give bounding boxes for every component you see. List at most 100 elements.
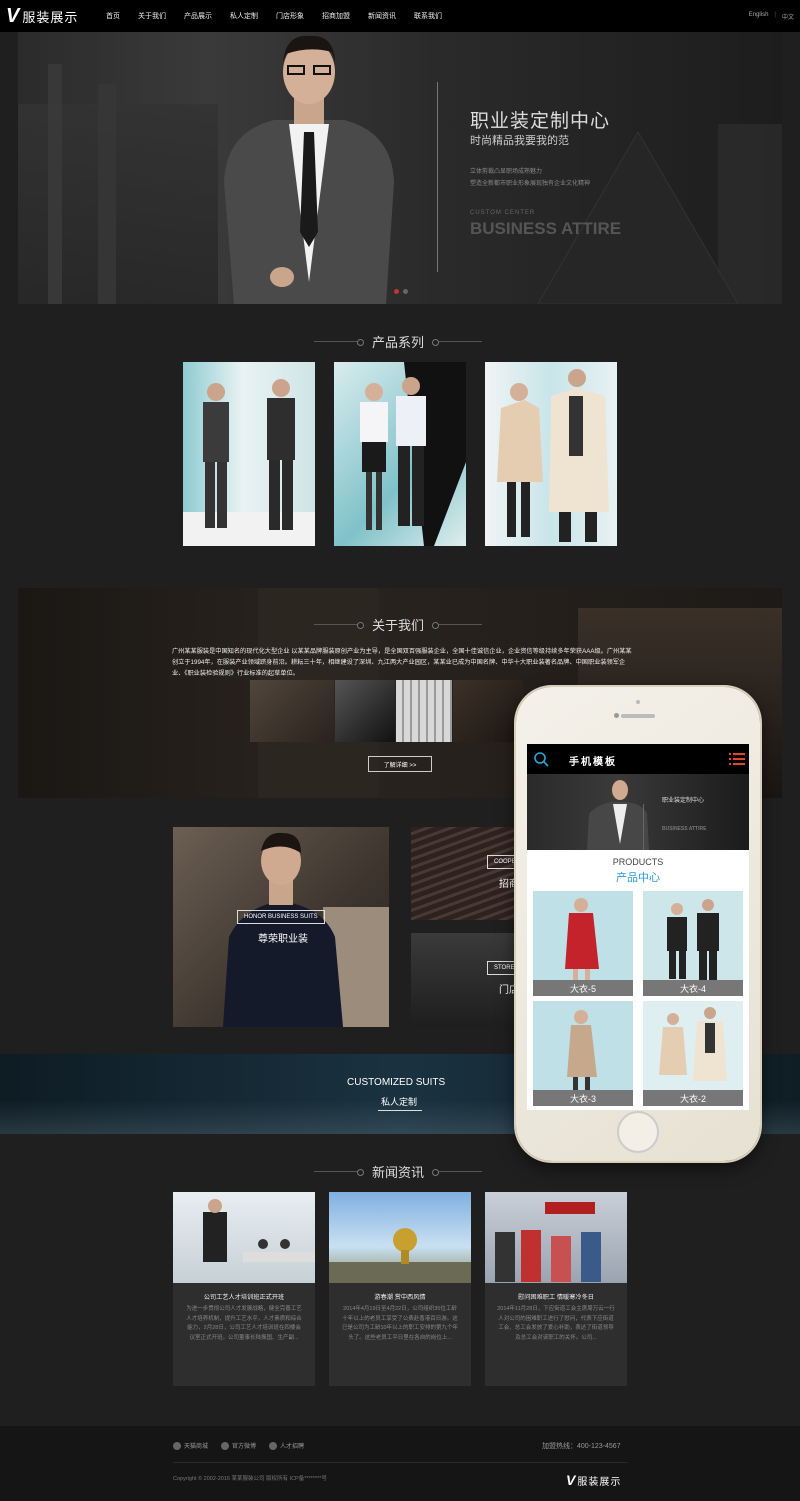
mobile-header <box>527 744 749 774</box>
mobile-banner-english: BUSINESS ATTIRE <box>662 826 707 832</box>
about-heading: 关于我们 <box>314 615 483 634</box>
news-image-2 <box>329 1192 471 1283</box>
phone-home-button[interactable] <box>617 1111 659 1153</box>
mobile-product-caption-1: 大衣-5 <box>533 980 633 996</box>
feature-honor-title: 尊荣职业装 <box>258 934 308 945</box>
about-heading-text: 关于我们 <box>372 618 425 633</box>
news-card-1[interactable]: 公司工艺人才培训班正式开班 为进一步贯彻公司人才发展战略，健全完善工艺人才培养机… <box>173 1192 315 1386</box>
footer-link-jobs[interactable]: 人才招聘 <box>269 1441 304 1450</box>
footer-divider <box>173 1462 628 1463</box>
products-heading-text: 产品系列 <box>372 335 425 350</box>
footer-copyright: Copyright © 2002-2016 某某服装公司 版权所有 ICP备**… <box>173 1476 327 1482</box>
news-image-1 <box>173 1192 315 1283</box>
products-heading: 产品系列 <box>314 332 483 351</box>
nav-item-custom[interactable]: 私人定制 <box>230 11 258 21</box>
footer-hotline: 加盟热线：400-123-4567 <box>542 1443 621 1450</box>
footer-logo-text: 服装展示 <box>577 1476 622 1488</box>
feature-franchise[interactable]: COOPERATION 招商加盟 <box>411 827 521 920</box>
mobile-banner <box>527 774 749 850</box>
news-card-3[interactable]: 慰问困难职工 情暖寒冷冬日 2014年11月28日，下应街道工会主席周万云一行人… <box>485 1192 627 1386</box>
mobile-product-caption-4: 大衣-2 <box>643 1090 743 1106</box>
feature-honor-suits[interactable] <box>173 827 389 1027</box>
phone-screen: 手机模板 职业装定制中心 BUSINESS ATTIRE PRODUCTS 产品… <box>527 744 749 1110</box>
footer-link-tmall[interactable]: 天猫商城 <box>173 1441 208 1450</box>
about-image-3 <box>396 680 452 742</box>
nav-item-franchise[interactable]: 招商加盟 <box>322 11 350 21</box>
lang-chinese[interactable]: 中文 <box>782 12 794 21</box>
mobile-product-2[interactable]: 大衣-4 <box>643 891 743 996</box>
footer-link-weibo[interactable]: 官方微博 <box>221 1441 256 1450</box>
news-desc-3: 2014年11月28日，下应街道工会主席周万云一行人对公司的困难职工进行了慰问，… <box>497 1306 615 1341</box>
main-nav: 首页 关于我们 产品展示 私人定制 门店形象 招商加盟 新闻资讯 联系我们 <box>106 0 460 32</box>
logo-text: 服装展示 <box>22 9 79 25</box>
footer-link-weibo-label: 官方微博 <box>232 1444 257 1450</box>
about-image-4 <box>453 680 523 742</box>
banner-line-2: 塑造全新都市职业形象展现独有企业文化精神 <box>470 181 591 187</box>
banner-subtitle: 时尚精品我要我的范 <box>470 135 569 147</box>
search-icon[interactable] <box>533 751 549 767</box>
product-card-3[interactable] <box>485 362 617 546</box>
mobile-product-caption-3: 大衣-3 <box>533 1090 633 1106</box>
nav-item-news[interactable]: 新闻资讯 <box>368 11 396 21</box>
slider-dot[interactable] <box>403 289 408 294</box>
phone-sensor <box>636 700 640 704</box>
banner-line-1: 立体剪裁凸显职场成熟魅力 <box>470 169 543 175</box>
weibo-icon <box>221 1441 229 1450</box>
mobile-product-caption-2: 大衣-4 <box>643 980 743 996</box>
people-icon <box>269 1441 277 1450</box>
custom-band-chinese: 私人定制 <box>381 1097 418 1107</box>
product-image-coats <box>497 369 609 542</box>
footer-logo[interactable]: V 服装展示 <box>566 1472 621 1488</box>
feature-model-image <box>223 832 389 1027</box>
nav-item-contact[interactable]: 联系我们 <box>414 11 442 21</box>
product-image-suits <box>183 379 315 546</box>
news-heading-text: 新闻资讯 <box>372 1165 425 1180</box>
language-switch: English | 中文 <box>748 12 794 21</box>
lang-english[interactable]: English <box>749 12 769 21</box>
news-card-2[interactable]: 游春潮 赏中西风情 2014年4月19日至4月22日，公司组织35位工龄十年以上… <box>329 1192 471 1386</box>
banner-model-image <box>224 35 394 304</box>
news-desc-1: 为进一步贯彻公司人才发展战略，健全完善工艺人才培养机制，提升工艺水平，人才素质和… <box>186 1306 302 1341</box>
banner-title: 职业装定制中心 <box>470 111 611 132</box>
tmall-icon <box>173 1441 181 1450</box>
mobile-product-1[interactable]: 大衣-5 <box>533 891 633 996</box>
mobile-products-cn: 产品中心 <box>616 872 660 884</box>
about-paragraph: 广州某某服装是中国知名的现代化大型企业 以某某品牌服装原创产业为主导，是全国双百… <box>172 648 632 677</box>
custom-band-underline <box>378 1110 422 1111</box>
about-more-button[interactable]: 了解详细 >> <box>368 756 432 772</box>
product-image-shirts <box>360 362 466 546</box>
footer <box>0 1426 800 1501</box>
footer-link-jobs-label: 人才招聘 <box>280 1444 305 1450</box>
feature-honor-label: HONOR BUSINESS SUITS <box>237 910 325 924</box>
news-image-3 <box>485 1192 627 1283</box>
about-image-2 <box>335 680 395 742</box>
pyramid-silhouette <box>538 132 738 304</box>
mobile-product-3[interactable]: 大衣-3 <box>533 1001 633 1106</box>
nav-item-products[interactable]: 产品展示 <box>184 11 212 21</box>
news-heading: 新闻资讯 <box>314 1162 483 1181</box>
news-title-3[interactable]: 慰问困难职工 情暖寒冷冬日 <box>485 1292 627 1301</box>
nav-item-home[interactable]: 首页 <box>106 11 120 21</box>
mobile-banner-title: 职业装定制中心 <box>662 798 705 804</box>
news-title-1[interactable]: 公司工艺人才培训班正式开班 <box>173 1292 315 1301</box>
nav-item-about[interactable]: 关于我们 <box>138 11 166 21</box>
menu-icon[interactable] <box>729 752 745 766</box>
news-title-2[interactable]: 游春潮 赏中西风情 <box>329 1292 471 1301</box>
site-logo[interactable]: V 服装展示 <box>6 6 78 26</box>
product-card-2[interactable] <box>334 362 466 546</box>
mobile-product-4[interactable]: 大衣-2 <box>643 1001 743 1106</box>
feature-store[interactable]: STORE 门店形象 <box>411 933 521 1027</box>
phone-camera <box>614 713 619 718</box>
mobile-title: 手机模板 <box>569 757 617 768</box>
slider-dot-active[interactable] <box>394 289 399 294</box>
phone-speaker <box>621 714 655 718</box>
hero-banner <box>18 32 782 304</box>
logo-v-mark: V <box>6 5 20 27</box>
nav-item-stores[interactable]: 门店形象 <box>276 11 304 21</box>
footer-logo-v-mark: V <box>566 1472 576 1488</box>
banner-big-english: BUSINESS ATTIRE <box>470 219 622 238</box>
about-image-1 <box>250 680 334 742</box>
banner-divider-line <box>437 82 438 272</box>
product-card-1[interactable] <box>183 362 315 546</box>
custom-band-english: CUSTOMIZED SUITS <box>347 1077 446 1088</box>
